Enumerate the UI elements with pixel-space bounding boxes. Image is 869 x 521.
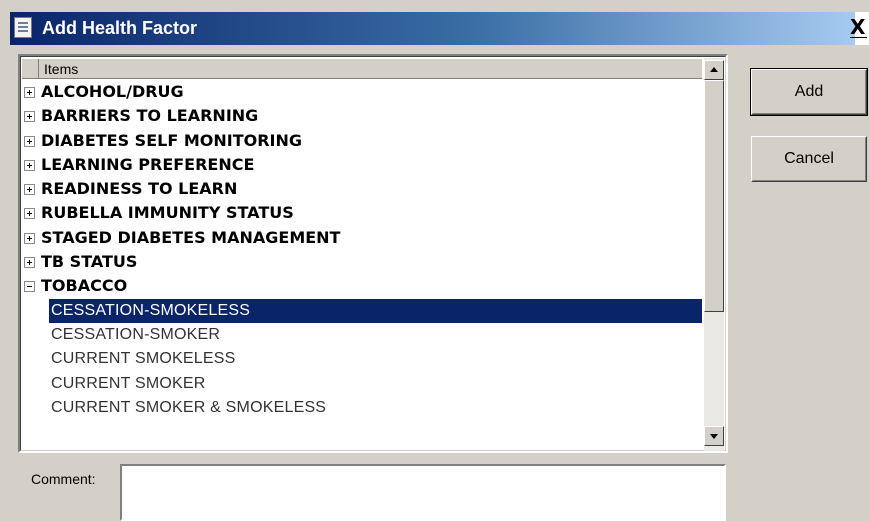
tree-category-row[interactable]: TB STATUS [22, 250, 702, 274]
tree-item-label: TOBACCO [41, 276, 128, 296]
tree-item-label: STAGED DIABETES MANAGEMENT [41, 227, 341, 247]
expand-icon[interactable] [24, 159, 35, 171]
expand-icon[interactable] [24, 135, 35, 147]
expand-icon[interactable] [24, 257, 35, 269]
scroll-up-button[interactable] [704, 60, 724, 80]
tree-rows: ALCOHOL/DRUG BARRIERS TO LEARNING DIABETES… [22, 80, 702, 420]
tree-item-label: LEARNING PREFERENCE [41, 154, 255, 174]
tree-item-row[interactable]: CURRENT SMOKELESS [22, 347, 702, 371]
tree-item-label: TB STATUS [41, 252, 138, 272]
expand-icon[interactable] [24, 87, 35, 98]
vertical-scrollbar[interactable] [704, 58, 724, 451]
tree-category-row[interactable]: STAGED DIABETES MANAGEMENT [22, 226, 702, 250]
tree-category-row[interactable]: TOBACCO [22, 274, 702, 298]
comment-label-text: Comment: [31, 471, 96, 487]
tree-item-row[interactable]: CURRENT SMOKER & SMOKELESS [22, 396, 702, 420]
tree-header-spacer [22, 59, 39, 78]
dialog-icon [14, 17, 32, 38]
expand-icon[interactable] [24, 232, 35, 244]
scroll-down-button[interactable] [704, 426, 724, 446]
tree-item-row[interactable]: CURRENT SMOKER [22, 372, 702, 396]
expand-icon[interactable] [24, 111, 35, 123]
tree-header[interactable]: Items [22, 59, 702, 79]
expand-icon[interactable] [24, 208, 35, 220]
tree-item-label: CESSATION-SMOKER [51, 325, 221, 343]
add-button[interactable]: Add [750, 68, 868, 116]
expand-icon[interactable] [24, 184, 35, 196]
tree-item-label: CURRENT SMOKELESS [51, 350, 236, 368]
tree-category-row[interactable]: DIABETES SELF MONITORING [22, 129, 702, 153]
tree-header-label: Items [44, 61, 79, 77]
tree-item-label: READINESS TO LEARN [41, 179, 238, 199]
dialog-title: Add Health Factor [42, 18, 198, 38]
collapse-icon[interactable] [24, 281, 35, 293]
comment-label: Comment: [31, 471, 96, 487]
close-icon[interactable]: X [850, 15, 868, 39]
tree-item-label: CESSATION-SMOKELESS [51, 301, 251, 319]
arrow-up-icon [710, 67, 718, 72]
tree-category-row[interactable]: BARRIERS TO LEARNING [22, 104, 702, 128]
tree-category-row[interactable]: LEARNING PREFERENCE [22, 153, 702, 177]
tree-item-label: CURRENT SMOKER [51, 374, 206, 392]
tree-item-label: DIABETES SELF MONITORING [41, 130, 303, 150]
tree-item-row[interactable]: CESSATION-SMOKELESS [49, 298, 702, 323]
tree-category-row[interactable]: ALCOHOL/DRUG [22, 80, 702, 104]
tree-item-row[interactable]: CESSATION-SMOKER [22, 323, 702, 347]
tree-item-label: ALCOHOL/DRUG [41, 82, 184, 101]
add-health-factor-dialog: Add Health Factor X Items ALCOHOL/DRUG BA… [0, 0, 869, 521]
scroll-thumb[interactable] [704, 80, 724, 312]
tree-category-row[interactable]: READINESS TO LEARN [22, 177, 702, 201]
comment-field[interactable] [120, 464, 726, 521]
tree-item-label: RUBELLA IMMUNITY STATUS [41, 203, 294, 223]
tree-category-row[interactable]: RUBELLA IMMUNITY STATUS [22, 201, 702, 225]
health-factor-tree[interactable]: Items ALCOHOL/DRUG BARRIERS TO LEARNING DI… [18, 54, 728, 453]
tree-item-label: BARRIERS TO LEARNING [41, 106, 259, 126]
tree-item-label: CURRENT SMOKER & SMOKELESS [51, 398, 327, 416]
cancel-button[interactable]: Cancel [751, 136, 867, 182]
arrow-down-icon [710, 434, 718, 439]
